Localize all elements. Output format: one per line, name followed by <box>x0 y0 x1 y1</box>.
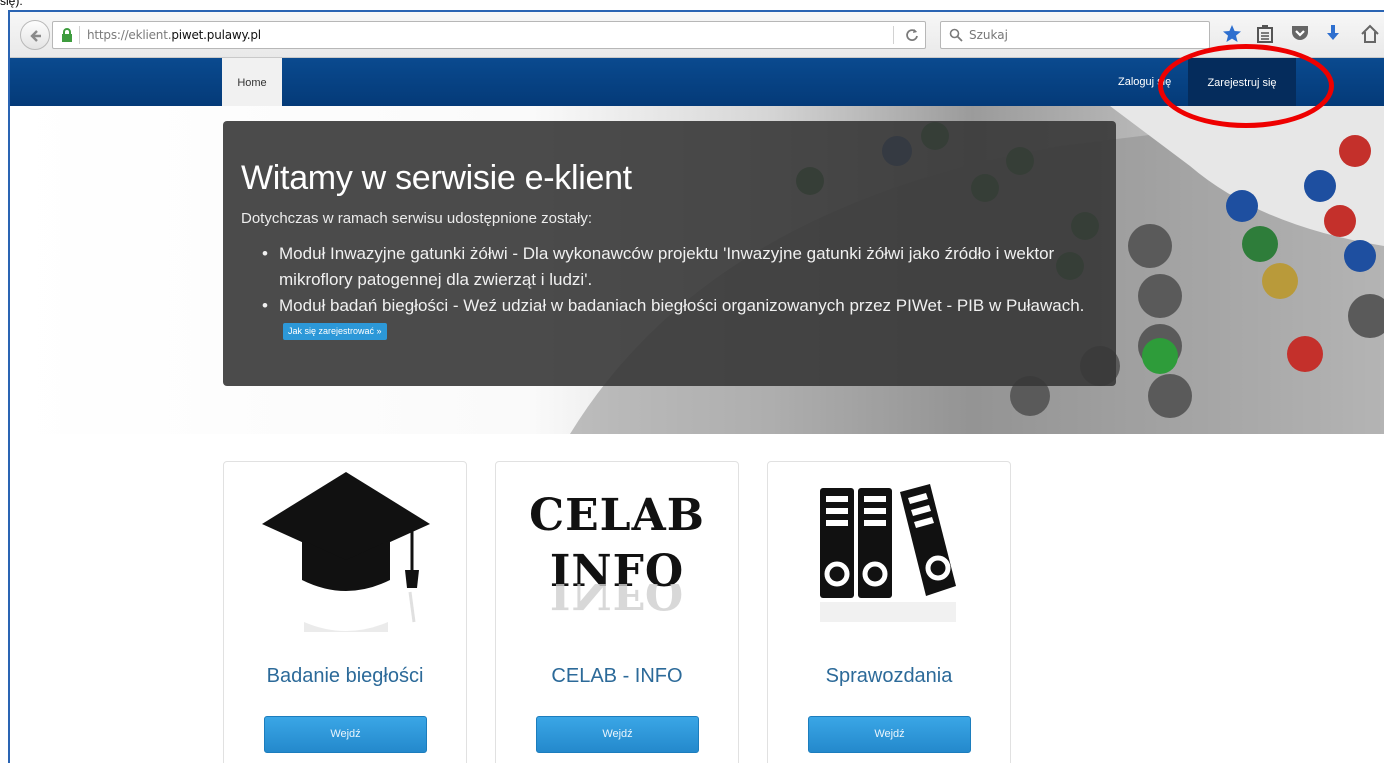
screenshot: się). https://eklient.piwet.pulawy.pl Sz… <box>0 0 1384 763</box>
card-celab: CELAB INFO INFO CELAB - INFO Wejdź <box>495 461 739 763</box>
url-separator <box>79 26 80 44</box>
welcome-panel: Witamy w serwisie e-klient Dotychczas w … <box>223 121 1116 386</box>
star-icon[interactable] <box>1222 24 1242 44</box>
back-icon <box>30 30 41 42</box>
search-icon <box>949 28 963 42</box>
binders-icon <box>820 484 956 622</box>
search-bar[interactable]: Szukaj <box>940 21 1210 49</box>
url-prefix: https://eklient. <box>87 28 172 42</box>
card-reports: Sprawozdania Wejdź <box>767 461 1011 763</box>
lock-icon <box>62 28 72 42</box>
welcome-intro: Dotychczas w ramach serwisu udostępnione… <box>241 210 592 227</box>
module-item-text: Moduł badań biegłości - Weź udział w bad… <box>279 296 1085 315</box>
top-caption: się). <box>0 0 23 8</box>
back-button[interactable] <box>20 20 50 50</box>
card-title: Sprawozdania <box>825 665 953 687</box>
celab-logo-reflection: INFO <box>549 584 685 618</box>
module-list: Moduł Inwazyjne gatunki żółwi - Dla wyko… <box>262 241 1099 345</box>
pocket-icon[interactable] <box>1290 24 1310 42</box>
module-item: Moduł badań biegłości - Weź udział w bad… <box>262 293 1099 345</box>
celab-logo-line1: CELAB <box>529 490 705 541</box>
graduation-cap-icon <box>262 472 430 632</box>
enter-button[interactable]: Wejdź <box>264 716 427 753</box>
nav-home-link[interactable]: Home <box>222 58 282 106</box>
reload-icon[interactable] <box>905 28 919 42</box>
welcome-title: Witamy w serwisie e-klient <box>241 159 632 197</box>
download-icon[interactable] <box>1324 24 1342 44</box>
reading-list-icon[interactable] <box>1256 24 1274 44</box>
url-bar[interactable]: https://eklient.piwet.pulawy.pl <box>52 21 926 49</box>
how-to-register-button[interactable]: Jak się zarejestrować » <box>283 323 387 340</box>
enter-button[interactable]: Wejdź <box>536 716 699 753</box>
search-input[interactable]: Szukaj <box>969 28 1008 42</box>
url-domain: piwet.pulawy.pl <box>171 28 261 42</box>
card-title: Badanie biegłości <box>266 665 424 687</box>
enter-button[interactable]: Wejdź <box>808 716 971 753</box>
highlight-circle <box>1158 44 1334 128</box>
url-text[interactable]: https://eklient.piwet.pulawy.pl <box>87 28 261 42</box>
module-item: Moduł Inwazyjne gatunki żółwi - Dla wyko… <box>262 241 1099 293</box>
home-icon[interactable] <box>1360 24 1380 44</box>
browser-toolbar: https://eklient.piwet.pulawy.pl Szukaj <box>10 12 1384 58</box>
reload-separator <box>893 26 894 44</box>
card-title: CELAB - INFO <box>551 665 683 687</box>
card-proficiency: Badanie biegłości Wejdź <box>223 461 467 763</box>
